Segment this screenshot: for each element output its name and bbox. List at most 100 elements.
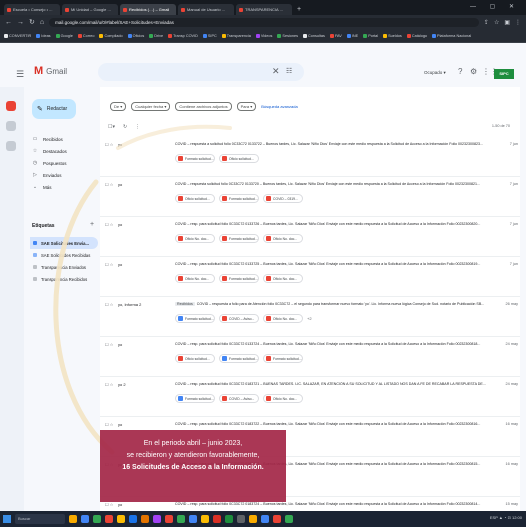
bookmark-item[interactable]: Correo <box>77 33 94 38</box>
chat-rail-icon[interactable] <box>6 121 16 131</box>
label-item[interactable]: SAE Solicitudes Recibidas <box>30 249 98 261</box>
select-all-checkbox[interactable]: ☐▾ <box>108 124 115 130</box>
attachment-chip[interactable]: COVID – Aviso... <box>219 314 259 323</box>
taskbar-app-icon[interactable] <box>213 515 221 523</box>
mail-row[interactable]: ☐ ☆ yo COVID – respuesta a solicitud folio… <box>100 137 520 177</box>
new-tab-icon[interactable]: + <box>297 6 301 13</box>
nav-item[interactable]: ☆ Destacados <box>32 145 98 157</box>
taskbar-app-icon[interactable] <box>177 515 185 523</box>
bookmark-item[interactable]: Compilado <box>99 33 123 38</box>
filter-chip[interactable]: Para ▾ <box>236 101 257 111</box>
taskbar-app-icon[interactable] <box>105 515 113 523</box>
taskbar-app-icon[interactable] <box>129 515 137 523</box>
nav-item[interactable]: ▷ Enviados <box>32 169 98 181</box>
mail-row[interactable]: ☐ ☆ yo 2 COVID – resp. para solicitud foli… <box>100 377 520 417</box>
row-select-star[interactable]: ☐ ☆ <box>105 422 113 427</box>
browser-tab[interactable]: TRANSPARENCIA ... <box>236 4 292 15</box>
attachment-chip[interactable]: Formato solicitud... <box>175 394 215 403</box>
attachment-chip[interactable]: Formato solicitud... <box>219 194 259 203</box>
bookmark-item[interactable]: Consultas <box>303 33 325 38</box>
attachment-chip[interactable]: Oficio No. doc... <box>263 314 303 323</box>
advanced-search-link[interactable]: Búsqueda avanzada <box>261 104 297 109</box>
taskbar-app-icon[interactable] <box>117 515 125 523</box>
bookmark-star-icon[interactable]: ☆ <box>494 19 499 26</box>
bookmark-item[interactable]: Google <box>55 33 73 38</box>
taskbar-app-icon[interactable] <box>81 515 89 523</box>
bookmark-item[interactable]: SIPC <box>202 33 217 38</box>
attachment-chip[interactable]: Oficio No. doc... <box>263 234 303 243</box>
more-attachments[interactable]: +2 <box>307 316 312 321</box>
status-selector[interactable]: Ocupado ▾ <box>424 70 446 76</box>
taskbar-search[interactable]: Buscar <box>15 514 65 524</box>
bookmark-item[interactable]: Transparencia <box>221 33 251 38</box>
attachment-chip[interactable]: Oficio No. doc... <box>175 274 215 283</box>
label-item[interactable]: SAE Solicitudes Envia... <box>30 237 98 249</box>
mail-row[interactable]: ☐ ☆ yo COVID – resp. para solicitud folio … <box>100 217 520 257</box>
attachment-chip[interactable]: Formato solicitud... <box>219 234 259 243</box>
bookmark-item[interactable]: Sesiones <box>277 33 298 38</box>
taskbar-app-icon[interactable] <box>69 515 77 523</box>
start-menu-icon[interactable] <box>3 515 11 523</box>
bookmark-item[interactable]: Ideas <box>36 33 51 38</box>
mail-row[interactable]: ☐ ☆ yo COVID – resp. para solicitud folio … <box>100 257 520 297</box>
row-select-star[interactable]: ☐ ☆ <box>105 382 113 387</box>
bookmark-item[interactable]: Portal <box>363 33 378 38</box>
home-icon[interactable]: ⌂ <box>40 19 44 26</box>
gmail-logo[interactable]: M Gmail <box>34 65 67 77</box>
share-icon[interactable]: ⇪ <box>484 19 489 26</box>
attachment-chip[interactable]: Oficio solicitud... <box>175 354 215 363</box>
label-item[interactable]: Transparencia Recibidos <box>30 273 98 285</box>
attachment-chip[interactable]: Oficio No. doc... <box>263 274 303 283</box>
settings-icon[interactable]: ⚙ <box>470 67 477 76</box>
mail-row[interactable]: ☐ ☆ yo COVID – respuesta solicitud folio 0… <box>100 177 520 217</box>
taskbar-app-icon[interactable] <box>165 515 173 523</box>
filter-chip[interactable]: Cualquier fecha ▾ <box>131 101 171 111</box>
meet-rail-icon[interactable] <box>6 141 16 151</box>
browser-tab[interactable]: Escuela • Consejo • ... <box>4 4 60 15</box>
forward-icon[interactable]: → <box>17 19 24 26</box>
browser-menu-icon[interactable]: ⋮ <box>515 19 521 26</box>
bookmark-item[interactable]: Oficios <box>127 33 144 38</box>
bookmark-item[interactable]: CONVERTIR <box>4 33 31 38</box>
system-tray[interactable]: ESP ▲ ◔ ⊡ 12:00 <box>490 515 522 520</box>
attachment-chip[interactable]: COVID – 0319... <box>263 194 303 203</box>
attachment-chip[interactable]: COVID – Aviso... <box>219 394 259 403</box>
row-select-star[interactable]: ☐ ☆ <box>105 302 113 307</box>
taskbar-app-icon[interactable] <box>153 515 161 523</box>
nav-item[interactable]: ◷ Pospuestos <box>32 157 98 169</box>
main-menu-icon[interactable]: ☰ <box>16 69 24 80</box>
taskbar-app-icon[interactable] <box>285 515 293 523</box>
bookmark-item[interactable]: Videos <box>255 33 272 38</box>
row-select-star[interactable]: ☐ ☆ <box>105 142 113 147</box>
taskbar-app-icon[interactable] <box>141 515 149 523</box>
browser-tab[interactable]: Mi Unidad – Google ... <box>62 4 118 15</box>
bookmark-item[interactable]: Plataforma Nacional <box>432 33 471 38</box>
taskbar-app-icon[interactable] <box>225 515 233 523</box>
organization-logo[interactable]: SIPC <box>494 69 514 79</box>
attachment-chip[interactable]: Formato solicitud... <box>263 354 303 363</box>
bookmark-item[interactable]: INE <box>346 33 358 38</box>
mail-row[interactable]: ☐ ☆ yo, Informa 2 Recibidos COVID – respues… <box>100 297 520 337</box>
filter-chip[interactable]: Contiene archivos adjuntos <box>175 101 232 111</box>
row-select-star[interactable]: ☐ ☆ <box>105 342 113 347</box>
row-select-star[interactable]: ☐ ☆ <box>105 222 113 227</box>
bookmark-item[interactable]: Transp COVID <box>168 33 198 38</box>
browser-tab[interactable]: Manual de Usuario ... <box>178 4 234 15</box>
taskbar-app-icon[interactable] <box>261 515 269 523</box>
compose-button[interactable]: ✎ Redactar <box>32 99 76 119</box>
refresh-icon[interactable]: ↻ <box>123 124 127 130</box>
mail-row[interactable]: ☐ ☆ yo COVID – resp. para solicitud folio … <box>100 337 520 377</box>
taskbar-app-icon[interactable] <box>189 515 197 523</box>
more-options-icon[interactable]: ⋮ <box>135 124 140 130</box>
bookmark-item[interactable]: Catálogo <box>406 33 427 38</box>
taskbar-app-icon[interactable] <box>249 515 257 523</box>
search-options-icon[interactable]: ☷ <box>286 67 292 75</box>
row-select-star[interactable]: ☐ ☆ <box>105 182 113 187</box>
browser-tab[interactable]: Recibidos (…) – Gmail <box>120 4 176 15</box>
reload-icon[interactable]: ↻ <box>29 18 35 26</box>
add-label-icon[interactable]: + <box>90 221 94 228</box>
address-bar[interactable]: mail.google.com/mail/u/0/#label/SAE+Soli… <box>49 17 479 27</box>
attachment-chip[interactable]: Formato solicitud... <box>175 154 215 163</box>
attachment-chip[interactable]: Formato solicitud... <box>175 314 215 323</box>
bookmark-item[interactable]: Drive <box>149 33 163 38</box>
